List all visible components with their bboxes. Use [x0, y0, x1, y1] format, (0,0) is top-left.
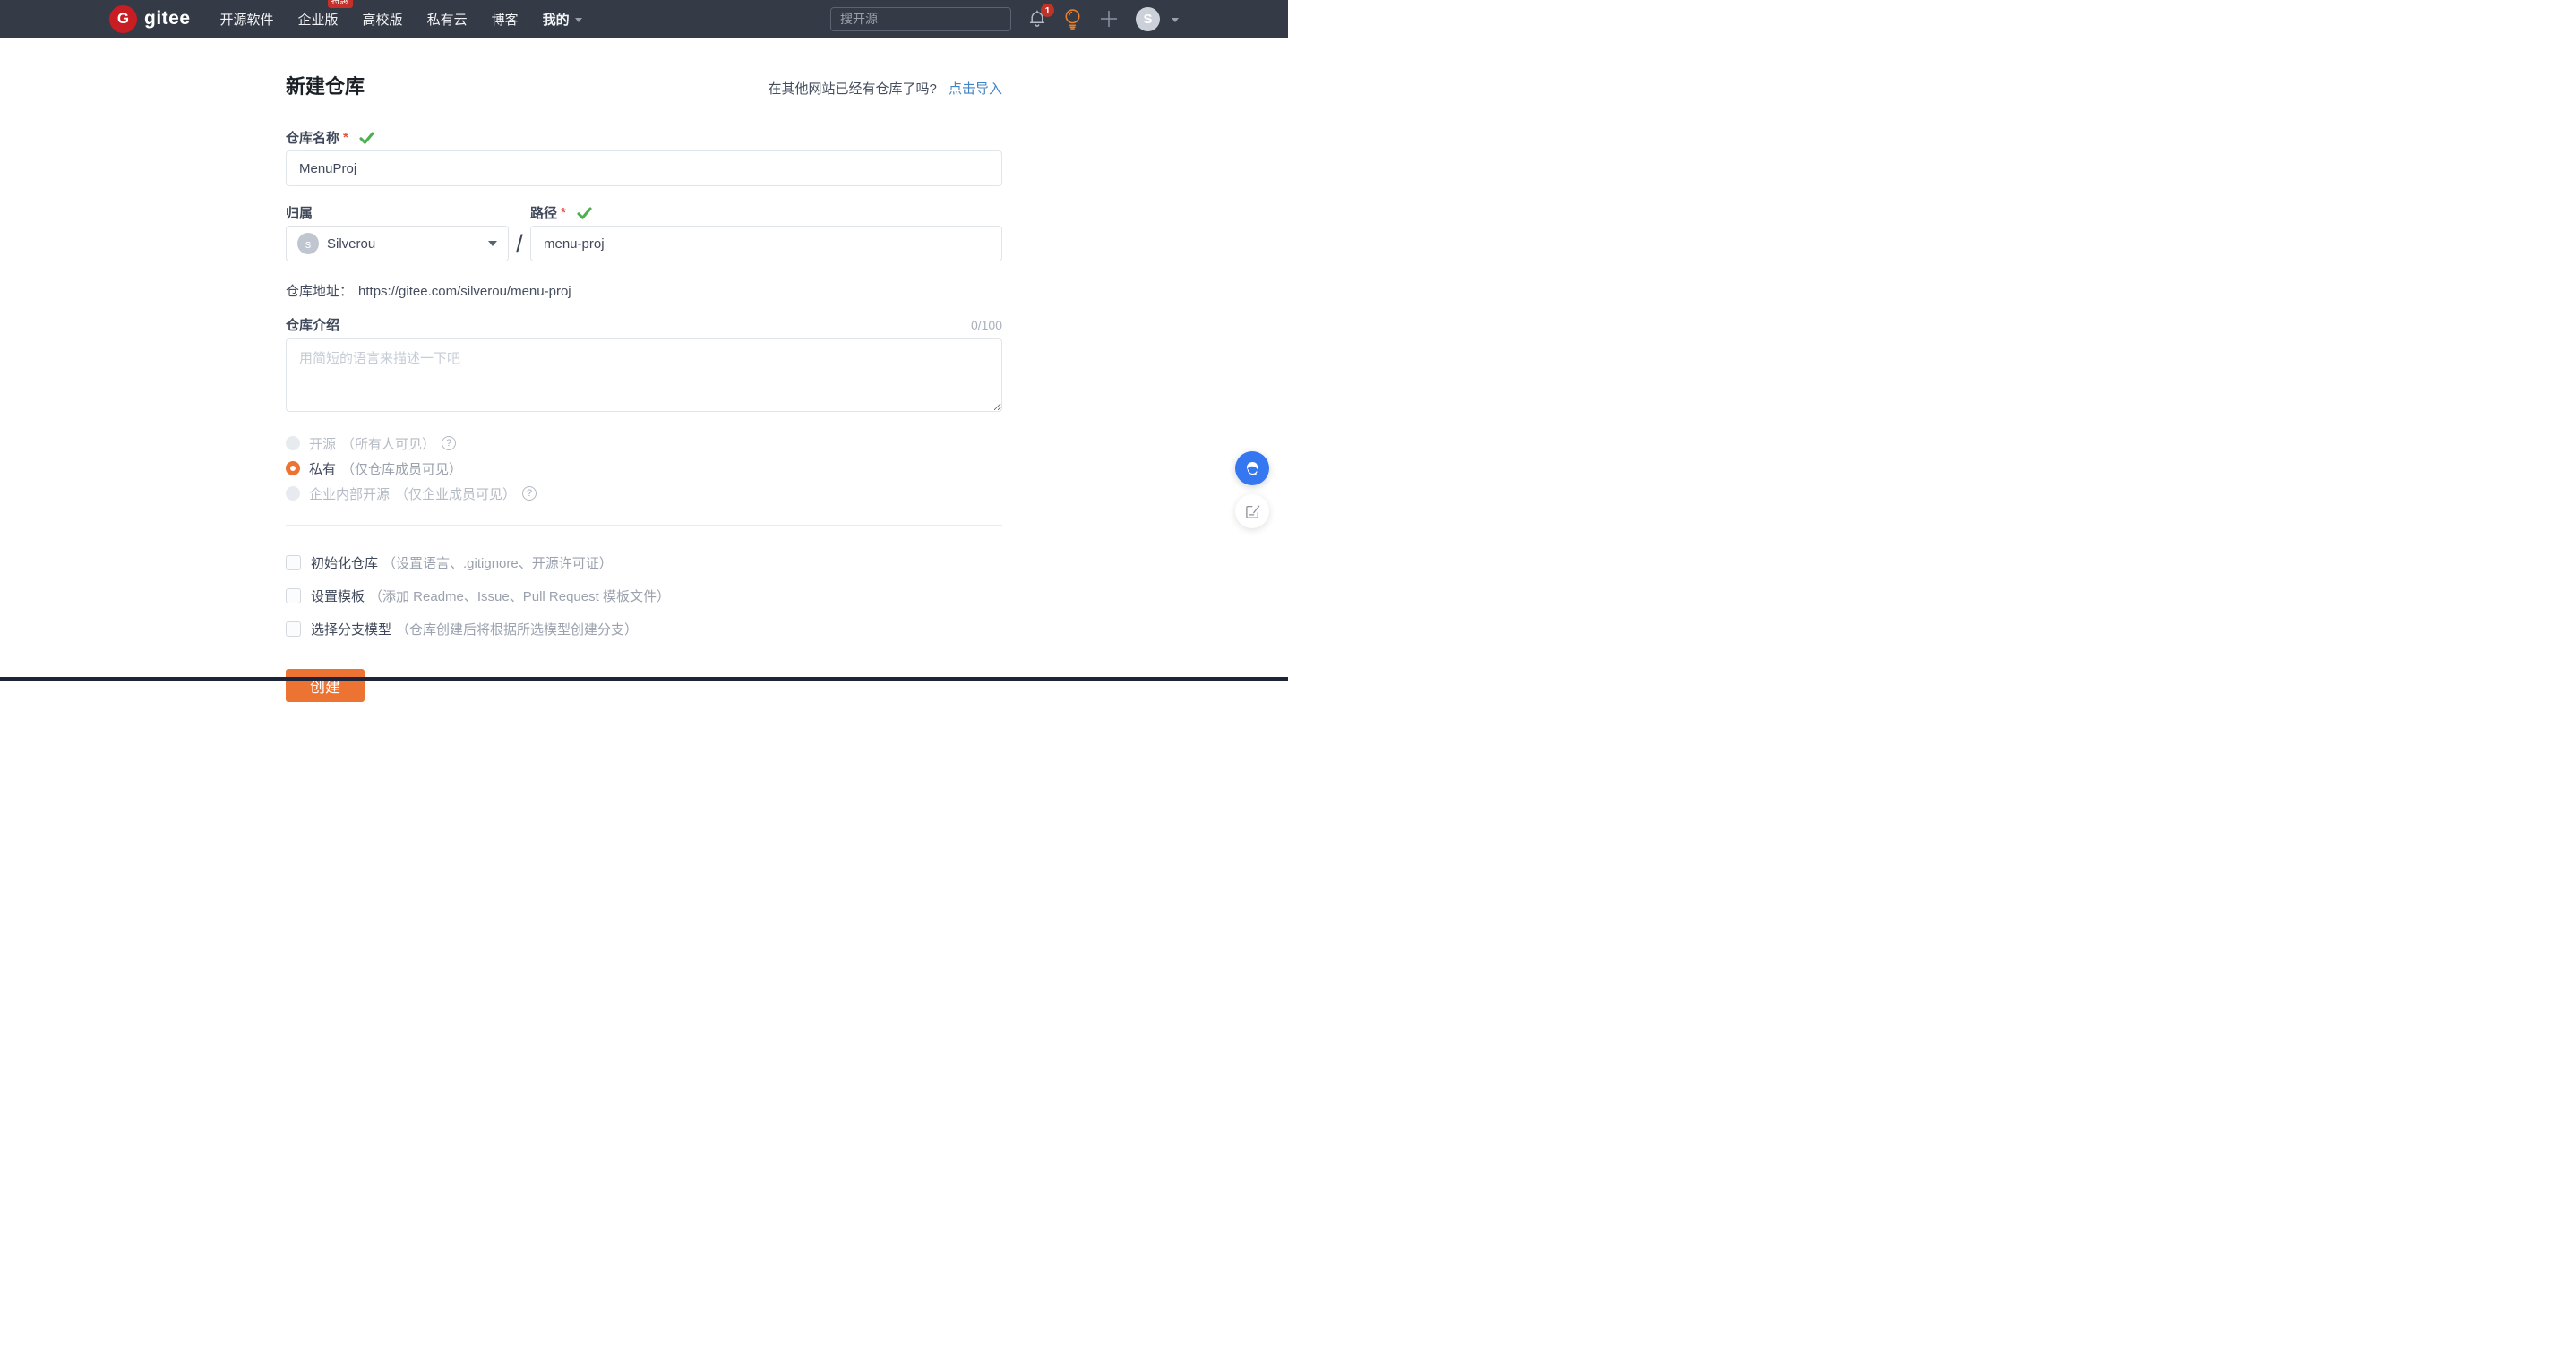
new-repo-form: 新建仓库 在其他网站已经有仓库了吗? 点击导入 仓库名称 * 归属 s Silv…	[286, 38, 1002, 702]
option-set-template[interactable]: 设置模板 （添加 Readme、Issue、Pull Request 模板文件）	[286, 587, 1002, 603]
section-divider	[286, 525, 1002, 526]
visibility-option-public: 开源 （所有人可见） ?	[286, 435, 1002, 451]
create-new-button[interactable]	[1099, 9, 1119, 29]
nav-item-education[interactable]: 高校版	[363, 10, 403, 29]
create-button[interactable]: 创建	[286, 669, 365, 702]
gitee-logo[interactable]: G gitee	[109, 5, 191, 33]
checkbox-branch-model[interactable]	[286, 621, 301, 637]
search-input[interactable]	[830, 7, 1011, 31]
radio-public	[286, 436, 300, 450]
customer-service-button[interactable]	[1235, 451, 1269, 485]
import-prompt: 在其他网站已经有仓库了吗? 点击导入	[768, 79, 1002, 98]
notification-count-badge: 1	[1041, 4, 1054, 17]
repo-address-url: https://gitee.com/silverou/menu-proj	[358, 284, 571, 299]
repo-name-field: 仓库名称 *	[286, 130, 1002, 186]
valid-check-icon	[577, 207, 592, 219]
top-navbar: G gitee 开源软件 企业版 特惠 高校版 私有云 博客 我的	[0, 0, 1288, 38]
repo-address-label: 仓库地址：	[286, 284, 353, 299]
description-textarea[interactable]	[286, 338, 1002, 412]
path-label: 路径	[530, 203, 557, 222]
floating-widgets	[1235, 451, 1269, 528]
required-asterisk: *	[343, 130, 348, 145]
owner-selected-value: Silverou	[327, 236, 375, 252]
radio-private-selected[interactable]	[286, 461, 300, 475]
char-counter: 0/100	[971, 318, 1002, 332]
import-question: 在其他网站已经有仓库了吗?	[768, 81, 936, 97]
repo-address-line: 仓库地址： https://gitee.com/silverou/menu-pro…	[286, 281, 1002, 300]
lightbulb-icon	[1063, 8, 1082, 30]
chevron-down-icon	[575, 18, 582, 22]
visibility-option-inner-source: 企业内部开源 （仅企业成员可见） ?	[286, 485, 1002, 501]
chevron-down-icon	[1172, 18, 1179, 22]
help-icon[interactable]: ?	[442, 436, 456, 450]
page-title: 新建仓库	[286, 75, 365, 98]
description-label-row: 仓库介绍 0/100	[286, 317, 1002, 332]
path-separator: /	[509, 230, 530, 261]
nav-item-enterprise[interactable]: 企业版 特惠	[298, 10, 339, 29]
avatar: S	[1136, 7, 1160, 31]
required-asterisk: *	[561, 205, 566, 220]
tips-button[interactable]	[1063, 8, 1082, 30]
owner-label-row: 归属	[286, 205, 509, 220]
promo-badge: 特惠	[328, 0, 353, 8]
gitee-logo-text: gitee	[144, 8, 191, 30]
nav-item-blog[interactable]: 博客	[492, 10, 519, 29]
repo-options-group: 初始化仓库 （设置语言、.gitignore、开源许可证） 设置模板 （添加 R…	[286, 554, 1002, 637]
owner-label: 归属	[286, 203, 313, 222]
repo-name-label: 仓库名称	[286, 128, 339, 147]
path-label-row: 路径 *	[530, 205, 1002, 220]
main-nav: 开源软件 企业版 特惠 高校版 私有云 博客 我的	[220, 10, 582, 29]
checkbox-set-template[interactable]	[286, 588, 301, 603]
gitee-logo-icon: G	[109, 5, 137, 33]
plus-icon	[1099, 9, 1119, 29]
visibility-option-private[interactable]: 私有 （仅仓库成员可见）	[286, 460, 1002, 476]
owner-path-row: 归属 s Silverou / 路径 *	[286, 205, 1002, 261]
gitee-logo-letter: G	[117, 10, 129, 28]
page-header: 新建仓库 在其他网站已经有仓库了吗? 点击导入	[286, 75, 1002, 98]
checkbox-init-repo[interactable]	[286, 555, 301, 570]
visibility-radio-group: 开源 （所有人可见） ? 私有 （仅仓库成员可见） 企业内部开源 （仅企业成员可…	[286, 435, 1002, 501]
repo-name-input[interactable]	[286, 150, 1002, 186]
nav-item-private-cloud[interactable]: 私有云	[427, 10, 468, 29]
chevron-down-icon	[488, 241, 497, 246]
help-icon[interactable]: ?	[522, 486, 537, 501]
description-label: 仓库介绍	[286, 315, 339, 334]
repo-name-label-row: 仓库名称 *	[286, 130, 1002, 145]
import-link[interactable]: 点击导入	[949, 81, 1002, 97]
feedback-button[interactable]	[1235, 494, 1269, 528]
owner-field: 归属 s Silverou	[286, 205, 509, 261]
notifications-button[interactable]: 1	[1028, 9, 1046, 29]
option-branch-model[interactable]: 选择分支模型 （仓库创建后将根据所选模型创建分支）	[286, 621, 1002, 637]
support-agent-icon	[1242, 458, 1263, 479]
valid-check-icon	[359, 132, 374, 144]
nav-item-mine[interactable]: 我的	[543, 10, 582, 29]
navbar-right: 1 S	[830, 7, 1179, 31]
repo-path-input[interactable]	[530, 226, 1002, 261]
description-field: 仓库介绍 0/100	[286, 317, 1002, 416]
user-menu[interactable]: S	[1136, 7, 1179, 31]
owner-avatar: s	[297, 233, 319, 254]
owner-select[interactable]: s Silverou	[286, 226, 509, 261]
nav-item-open-source[interactable]: 开源软件	[220, 10, 274, 29]
option-init-repo[interactable]: 初始化仓库 （设置语言、.gitignore、开源许可证）	[286, 554, 1002, 570]
radio-inner-source	[286, 486, 300, 501]
edit-icon	[1245, 504, 1260, 519]
footer-edge	[0, 677, 1288, 680]
path-field: 路径 *	[530, 205, 1002, 261]
